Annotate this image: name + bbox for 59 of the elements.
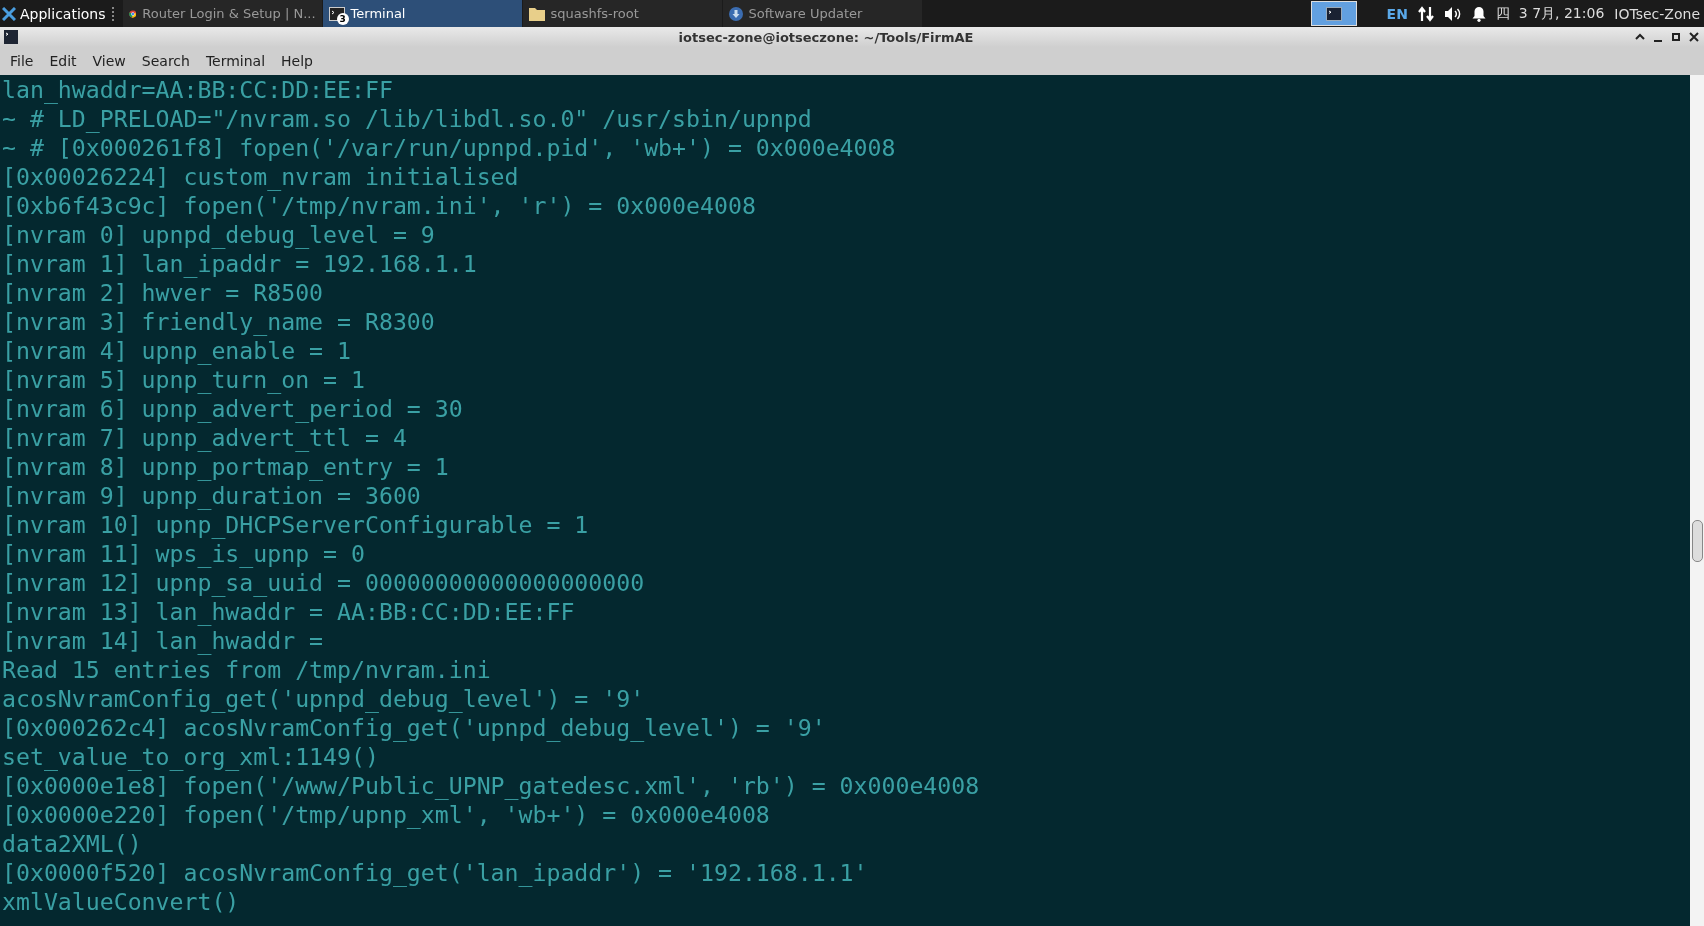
terminal-line: [0x0000e220] fopen('/tmp/upnp_xml', 'wb+') = 0x000e4008	[2, 800, 770, 829]
taskbar-button[interactable]: 3 Terminal	[322, 0, 523, 27]
terminal-line: [0xb6f43c9c] fopen('/tmp/nvram.ini', 'r') = 0x000e4008	[2, 191, 756, 220]
terminal-line: [nvram 7] upnp_advert_ttl = 4	[2, 423, 407, 452]
terminal-line: ~ # LD_PRELOAD="/nvram.so /lib/libdl.so.0" /usr/sbin/upnpd	[2, 104, 812, 133]
folder-icon	[528, 6, 545, 21]
terminal-line: [nvram 9] upnp_duration = 3600	[2, 481, 421, 510]
terminal-line: [0x00026224] custom_nvram initialised	[2, 162, 519, 191]
taskbar-button[interactable]: Router Login & Setup | N...	[122, 0, 323, 27]
terminal-line: [nvram 5] upnp_turn_on = 1	[2, 365, 365, 394]
keyboard-layout[interactable]: EN	[1386, 5, 1408, 22]
maximize-button[interactable]	[1670, 31, 1682, 43]
menu-item[interactable]: File	[2, 53, 42, 69]
terminal-line: set_value_to_org_xml:1149()	[2, 742, 379, 771]
taskbar-button[interactable]: squashfs-root	[522, 0, 723, 27]
terminal-line: [nvram 3] friendly_name = R8300	[2, 307, 435, 336]
panel-handle[interactable]	[111, 6, 117, 21]
menu-item[interactable]: View	[84, 53, 134, 69]
xfce-logo-icon	[2, 6, 16, 21]
menu-item[interactable]: Help	[273, 53, 321, 69]
terminal-icon	[4, 30, 18, 44]
workspace-button[interactable]	[1310, 1, 1357, 26]
network-icon[interactable]	[1417, 4, 1434, 23]
menu-item[interactable]: Terminal	[197, 53, 274, 69]
terminal-line: [nvram 2] hwver = R8500	[2, 278, 324, 307]
download-icon	[728, 6, 743, 21]
terminal-line: [nvram 12] upnp_sa_uuid = 00000000000000000000	[2, 568, 645, 597]
terminal-line: lan_hwaddr=AA:BB:CC:DD:EE:FF	[2, 75, 393, 104]
scrollbar[interactable]	[1690, 75, 1704, 926]
close-button[interactable]	[1688, 31, 1700, 43]
volume-icon[interactable]	[1443, 5, 1462, 22]
taskbar-button[interactable]: Software Updater	[722, 0, 923, 27]
scrollbar-thumb[interactable]	[1692, 520, 1703, 562]
terminal-line: [nvram 6] upnp_advert_period = 30	[2, 394, 463, 423]
window-title: iotsec-zone@iotseczone: ~/Tools/FirmAE	[677, 29, 975, 45]
clock[interactable]: 四 3 7月, 21:06	[1495, 4, 1605, 23]
terminal-line: [nvram 8] upnp_portmap_entry = 1	[2, 452, 449, 481]
applications-menu[interactable]: Applications	[20, 5, 106, 22]
terminal-line: Read 15 entries from /tmp/nvram.ini	[2, 655, 491, 684]
terminal-line: [0x000262c4] acosNvramConfig_get('upnpd_debug_level') = '9'	[2, 713, 826, 742]
menu-item[interactable]: Search	[133, 53, 198, 69]
terminal-line: ~ # [0x000261f8] fopen('/var/run/upnpd.pid', 'wb+') = 0x000e4008	[2, 133, 896, 162]
terminal-line: [0x0000f520] acosNvramConfig_get('lan_ipaddr') = '192.168.1.1'	[2, 858, 868, 887]
terminal-icon	[328, 5, 345, 22]
terminal-line: [nvram 14] lan_hwaddr =	[2, 626, 324, 655]
terminal-icon	[1325, 6, 1342, 21]
terminal-line: [0x0000e1e8] fopen('/www/Public_UPNP_gatedesc.xml', 'rb') = 0x000e4008	[2, 771, 980, 800]
terminal-line: [nvram 11] wps_is_upnp = 0	[2, 539, 365, 568]
terminal-line: [nvram 4] upnp_enable = 1	[2, 336, 351, 365]
terminal-line: acosNvramConfig_get('upnpd_debug_level') = '9'	[2, 684, 645, 713]
bell-icon[interactable]	[1471, 5, 1486, 22]
user-name[interactable]: IOTsec-Zone	[1614, 5, 1700, 22]
terminal-line: [nvram 0] upnpd_debug_level = 9	[2, 220, 435, 249]
terminal-line: [nvram 10] upnp_DHCPServerConfigurable = 1	[2, 510, 589, 539]
menu-item[interactable]: Edit	[41, 53, 85, 69]
terminal-line: data2XML()	[2, 829, 142, 858]
terminal-line: xmlValueConvert()	[2, 887, 240, 916]
terminal-line: [nvram 1] lan_ipaddr = 192.168.1.1	[2, 249, 477, 278]
terminal-line: [nvram 13] lan_hwaddr = AA:BB:CC:DD:EE:FF	[2, 597, 575, 626]
